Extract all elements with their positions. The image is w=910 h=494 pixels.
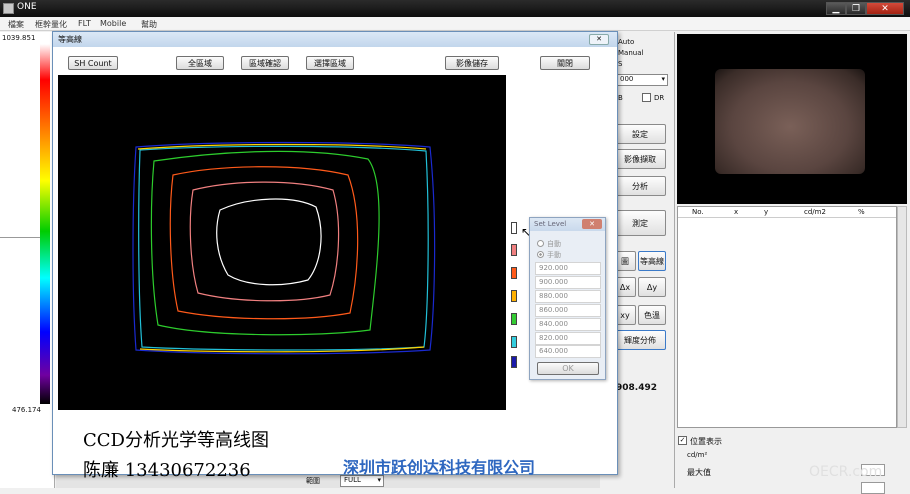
image-capture-button[interactable]: 影像擷取: [614, 149, 666, 169]
b-label: B: [618, 94, 623, 102]
level-swatch-6[interactable]: [511, 336, 517, 348]
delta-y-button[interactable]: Δy: [638, 277, 666, 297]
all-region-button[interactable]: 全區域: [176, 56, 224, 70]
range-label: 範圍: [306, 477, 320, 485]
manual-radio[interactable]: [537, 251, 544, 258]
contour-line-yellow-bottom: [139, 346, 425, 353]
menu-item-help[interactable]: 幫助: [141, 19, 157, 30]
contour-line-green: [150, 150, 380, 336]
right-panel: No. x y cd/m2 % ✓ 位置表示 cd/m² 最大值 OECR.co…: [674, 32, 910, 494]
contour-plot: [132, 141, 436, 355]
auto-radio[interactable]: [537, 240, 544, 247]
color-temp-button[interactable]: 色溫: [638, 305, 666, 325]
col-y: y: [764, 208, 769, 216]
table-scrollbar[interactable]: [897, 206, 907, 428]
menu-item-quantify[interactable]: 框幹量化: [35, 19, 67, 30]
settings-button[interactable]: 設定: [614, 124, 666, 144]
measure-button[interactable]: 測定: [614, 210, 666, 236]
luminance-distribution-button[interactable]: 輝度分佈: [614, 330, 666, 350]
contour-line-cyan: [138, 145, 429, 351]
contour-dialog-title: 等高線: [58, 35, 82, 44]
max-value-label: 最大值: [687, 468, 711, 477]
contour-line-white: [216, 198, 322, 286]
app-title-bar: ONE ▁ ❐ ✕: [0, 0, 910, 17]
col-percent: %: [858, 208, 865, 216]
close-window-button[interactable]: ✕: [866, 2, 904, 15]
level-swatch-4[interactable]: [511, 290, 517, 302]
analysis-button[interactable]: 分析: [614, 176, 666, 196]
menu-bar: 檔案 框幹量化 FLT Mobile 幫助: [0, 17, 910, 31]
select-region-button[interactable]: 選擇區域: [306, 56, 354, 70]
region-confirm-button[interactable]: 區域確認: [241, 56, 289, 70]
level-input-2[interactable]: 900.000: [535, 276, 601, 289]
contour-image: [58, 75, 506, 410]
level-input-6[interactable]: 820.000: [535, 332, 601, 345]
level-swatch-2[interactable]: [511, 244, 517, 256]
sh-count-button[interactable]: SH Count: [68, 56, 118, 70]
exposure-dropdown[interactable]: 000 ▾: [616, 74, 668, 86]
left-divider: [0, 237, 40, 238]
watermark: OECR.com: [809, 464, 883, 480]
app-title: ONE: [17, 2, 37, 12]
set-level-close-icon[interactable]: ✕: [582, 219, 602, 229]
auto-radio-label: 自動: [547, 240, 561, 248]
minimize-button[interactable]: ▁: [826, 2, 846, 15]
left-panel: 1039.851 476.174: [0, 32, 55, 488]
level-swatch-5[interactable]: [511, 313, 517, 325]
measured-value: 908.492: [616, 383, 657, 393]
menu-item-mobile[interactable]: Mobile: [100, 19, 126, 28]
colorbar-max-label: 1039.851: [2, 34, 36, 42]
colorbar-min-label: 476.174: [12, 406, 41, 414]
app-logo-icon: [3, 3, 14, 14]
level-swatch-3[interactable]: [511, 267, 517, 279]
level-input-1[interactable]: 920.000: [535, 262, 601, 275]
contour-dialog-titlebar: 等高線 ✕: [53, 32, 617, 47]
dialog-close-icon[interactable]: ✕: [589, 34, 609, 45]
company-name: 深圳市跃创达科技有限公司: [343, 458, 536, 477]
dr-label: DR: [654, 94, 665, 102]
preview-image: [677, 34, 907, 204]
measurement-table: No. x y cd/m2 %: [677, 206, 897, 428]
level-swatch-7[interactable]: [511, 356, 517, 368]
set-level-title: Set Level: [534, 220, 567, 228]
col-no: No.: [692, 208, 704, 216]
manual-radio-label: 手動: [547, 251, 561, 259]
maximize-button[interactable]: ❐: [846, 2, 866, 15]
auto-label: Auto: [618, 38, 635, 46]
position-display-label: 位置表示: [690, 437, 722, 446]
level-input-5[interactable]: 840.000: [535, 318, 601, 331]
manual-label: Manual: [618, 49, 644, 57]
preview-panel-glow: [715, 69, 865, 174]
caption-line2: 陈廉 13430672236: [83, 460, 251, 481]
level-swatch-1[interactable]: [511, 222, 517, 234]
position-display-checkbox[interactable]: ✓: [678, 436, 687, 445]
close-dialog-button[interactable]: 關閉: [540, 56, 590, 70]
menu-item-file[interactable]: 檔案: [8, 19, 24, 30]
set-level-titlebar: Set Level ✕: [530, 218, 605, 231]
col-x: x: [734, 208, 739, 216]
table-header: No. x y cd/m2 %: [678, 207, 896, 218]
contour-button[interactable]: 等高線: [638, 251, 666, 271]
set-level-ok-button[interactable]: OK: [537, 362, 599, 375]
level-input-3[interactable]: 880.000: [535, 290, 601, 303]
caption-line1: CCD分析光学等高线图: [83, 430, 269, 451]
dr-checkbox[interactable]: [642, 93, 651, 102]
unit-label: cd/m²: [687, 451, 708, 459]
level-input-4[interactable]: 860.000: [535, 304, 601, 317]
colorbar: [40, 44, 50, 404]
menu-item-flt[interactable]: FLT: [78, 19, 91, 28]
col-luminance: cd/m2: [804, 208, 826, 216]
save-image-button[interactable]: 影像儲存: [445, 56, 499, 70]
level-input-7[interactable]: 640.000: [535, 345, 601, 358]
min-value-box: [861, 482, 885, 494]
s-label: S: [618, 60, 623, 68]
